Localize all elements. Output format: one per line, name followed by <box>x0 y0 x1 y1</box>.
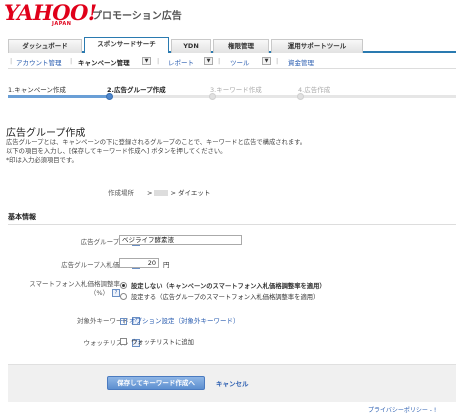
current-step-marker <box>106 93 113 100</box>
subnav-funds[interactable]: 資金管理 <box>288 57 314 67</box>
section-basic-info: 基本情報 <box>8 212 456 225</box>
step-progress: 1.キャンペーン作成 2.広告グループ作成 3.キーワード作成 4.広告作成 <box>8 84 456 100</box>
step-marker <box>297 93 304 100</box>
subnav-separator: | <box>70 57 73 65</box>
sp-adjust-on-radio[interactable] <box>120 293 127 300</box>
location-prefix: > <box>147 189 153 197</box>
bid-unit: 円 <box>163 261 170 269</box>
watchlist-checkbox-label[interactable]: ウォッチリストに追加 <box>131 337 194 346</box>
sp-adjust-on-label[interactable]: 設定する（広告グループのスマートフォン入札価格調整率を適用） <box>131 292 319 301</box>
tools-dropdown-icon[interactable]: ▼ <box>262 57 271 65</box>
group-name-input[interactable]: ベジライフ酵素液 <box>119 235 242 245</box>
logo-wordmark: YAHOO! <box>4 0 97 25</box>
sp-adjust-label-line1: スマートフォン入札価格調整率 <box>29 280 120 288</box>
page-title: 広告グループ作成 <box>6 128 86 139</box>
subnav-tools[interactable]: ツール <box>230 57 250 67</box>
step-ad: 4.広告作成 <box>298 86 331 94</box>
required-note: *印は入力必須項目です。 <box>6 157 78 164</box>
subnav-report[interactable]: レポート <box>168 57 194 67</box>
cancel-link[interactable]: キャンセル <box>216 378 249 388</box>
sp-adjust-label: スマートフォン入札価格調整率 （%）? <box>0 280 120 298</box>
subnav-separator: | <box>157 57 160 65</box>
product-title: プロモーション広告 <box>92 11 182 22</box>
location-label: 作成場所 <box>108 189 134 197</box>
intro-line: 広告グループとは、キャンペーンの下に登録されるグループのことで、キーワードと広告… <box>6 139 307 146</box>
tab-sponsored-search[interactable]: スポンサードサーチ <box>84 37 169 53</box>
save-and-create-keyword-button[interactable]: 保存してキーワード作成へ <box>107 376 205 390</box>
privacy-policy-link[interactable]: プライバシーポリシー - ! <box>368 405 436 414</box>
bid-label-text: 広告グループ入札価格 <box>61 261 126 269</box>
help-icon[interactable]: ? <box>112 289 120 297</box>
bid-input[interactable]: 20 <box>119 258 159 268</box>
step-ad-group: 2.広告グループ作成 <box>107 86 166 94</box>
negative-kw-option-link[interactable]: + オプション設定（対象外キーワード） <box>120 315 240 325</box>
step-marker <box>209 93 216 100</box>
location-value: > ダイエット <box>170 189 211 197</box>
tab-dashboard[interactable]: ダッシュボード <box>8 39 82 53</box>
intro-text: 広告グループとは、キャンペーンの下に登録されるグループのことで、キーワードと広告… <box>6 138 458 165</box>
subnav-separator: | <box>276 57 279 65</box>
subnav-campaign[interactable]: キャンペーン管理 <box>78 57 130 67</box>
campaign-dropdown-icon[interactable]: ▼ <box>142 57 151 65</box>
intro-line: 以下の項目を入力し、[保存してキーワード作成へ] ボタンを押してください。 <box>6 148 227 155</box>
subnav-separator: | <box>10 57 13 65</box>
tab-permissions[interactable]: 権限管理 <box>213 39 269 53</box>
subnav-account[interactable]: アカウント管理 <box>16 57 62 67</box>
sp-adjust-off-radio[interactable] <box>120 282 127 289</box>
redacted-campaign-name <box>154 190 169 196</box>
sub-navigation: | アカウント管理 | キャンペーン管理 ▼ | レポート ▼ | ツール ▼ … <box>8 55 456 69</box>
subnav-separator: | <box>218 57 221 65</box>
sp-adjust-label-line2: （%） <box>89 289 109 297</box>
watchlist-checkbox[interactable] <box>120 338 127 345</box>
report-dropdown-icon[interactable]: ▼ <box>204 57 213 65</box>
negative-kw-link-text[interactable]: オプション設定（対象外キーワード） <box>129 317 240 325</box>
progress-bar-remaining <box>111 95 456 98</box>
location-breadcrumb: > > ダイエット <box>147 187 210 197</box>
sp-adjust-off-label[interactable]: 設定しない（キャンペーンのスマートフォン入札価格調整率を適用） <box>131 281 326 290</box>
main-tabs: ダッシュボード スポンサードサーチ YDN 権限管理 運用サポートツール <box>8 37 456 53</box>
expand-plus-icon[interactable]: + <box>120 317 127 325</box>
step-campaign: 1.キャンペーン作成 <box>8 86 66 94</box>
step-keyword: 3.キーワード作成 <box>210 86 262 94</box>
logo-sub: JAPAN <box>52 21 72 27</box>
header: YAHOO! JAPAN プロモーション広告 <box>0 0 464 38</box>
tab-support-tools[interactable]: 運用サポートツール <box>271 39 363 53</box>
yahoo-japan-logo[interactable]: YAHOO! JAPAN <box>4 0 97 28</box>
tab-ydn[interactable]: YDN <box>171 39 211 53</box>
progress-bar-done <box>8 95 111 98</box>
